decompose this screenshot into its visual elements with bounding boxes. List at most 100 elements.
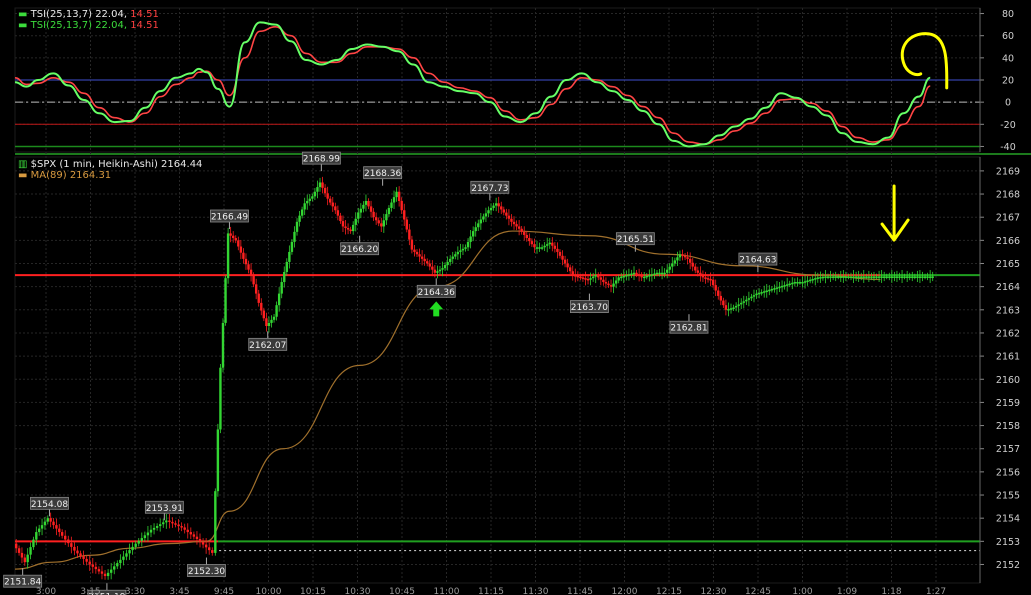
- candle-body: [272, 316, 276, 320]
- candle-body: [372, 211, 375, 218]
- gridlines: [14, 7, 1031, 584]
- tsi-signal-line: [14, 26, 931, 146]
- candle-body: [231, 235, 235, 239]
- candle-body: [821, 276, 825, 279]
- chart-canvas[interactable]: 2151.842154.082151.192153.912152.302166.…: [0, 0, 1031, 595]
- candle-body: [177, 524, 180, 527]
- x-tick-label: 11:00: [434, 587, 460, 595]
- candle-body: [242, 252, 245, 259]
- candle-body: [520, 228, 523, 232]
- candle-body: [226, 233, 230, 279]
- x-tick-label: 9:45: [214, 587, 234, 595]
- candle-body: [46, 518, 49, 522]
- candle-body: [441, 268, 444, 270]
- candle-body: [512, 221, 516, 225]
- candle-body: [553, 245, 557, 249]
- price-label: 2154.08: [31, 500, 68, 510]
- candle-body: [737, 304, 740, 306]
- candle-body: [533, 244, 536, 248]
- price-tick-label: 2154: [996, 514, 1020, 525]
- candle-body: [341, 221, 345, 227]
- candle-body: [576, 275, 580, 278]
- candle-body: [783, 285, 786, 287]
- candle-body: [116, 563, 119, 567]
- candle-body: [793, 282, 797, 284]
- candle-body: [834, 276, 837, 278]
- candle-body: [620, 276, 623, 279]
- candle-body: [798, 282, 802, 284]
- price-label: 2167.73: [471, 184, 508, 194]
- candle-body: [637, 274, 641, 276]
- candle-body: [459, 250, 462, 252]
- candle-body: [808, 279, 812, 282]
- candle-body: [162, 522, 165, 525]
- candle-body: [814, 278, 817, 280]
- tsi-tick-label: 80: [1002, 9, 1014, 20]
- candle-body: [796, 282, 799, 284]
- candle-body: [423, 258, 426, 262]
- candle-body: [456, 251, 460, 255]
- candle-body: [303, 203, 306, 210]
- candle-body: [40, 525, 44, 529]
- candle-body: [854, 276, 858, 278]
- candle-body: [824, 276, 827, 278]
- candle-body: [699, 272, 702, 276]
- candle-body: [681, 254, 684, 256]
- candle-body: [694, 266, 697, 271]
- candle-body: [500, 206, 503, 210]
- candle-body: [622, 275, 625, 278]
- candle-body: [900, 276, 904, 278]
- candle-body: [290, 241, 294, 252]
- candle-body: [367, 200, 370, 207]
- candle-body: [757, 292, 761, 295]
- candle-body: [589, 278, 592, 280]
- candle-body: [893, 276, 896, 278]
- x-tick-label: 3:45: [169, 587, 189, 595]
- candle-body: [239, 246, 243, 253]
- candle-body: [908, 276, 911, 278]
- candle-body: [489, 207, 493, 211]
- candle-body: [510, 218, 513, 222]
- candle-body: [70, 543, 73, 547]
- candle-body: [890, 276, 894, 278]
- candle-body: [826, 276, 830, 278]
- candle-body: [928, 276, 932, 278]
- x-tick-label: 10:45: [389, 587, 415, 595]
- candle-body: [313, 191, 317, 197]
- candle-body: [487, 210, 490, 214]
- candle-body: [607, 283, 610, 286]
- candle-body: [32, 539, 35, 548]
- candle-body: [745, 299, 748, 302]
- candle-body: [192, 534, 196, 537]
- candle-body: [64, 535, 67, 540]
- candle-body: [653, 273, 656, 276]
- candle-body: [336, 210, 340, 216]
- candle-body: [773, 288, 776, 290]
- candle-body: [898, 276, 901, 278]
- candle-body: [165, 520, 168, 523]
- candle-body: [428, 263, 431, 267]
- candle-body: [535, 247, 539, 249]
- candle-body: [829, 276, 832, 278]
- candle-body: [26, 554, 29, 563]
- candle-body: [125, 553, 128, 557]
- price-label: 2163.70: [571, 303, 608, 313]
- candle-body: [446, 261, 449, 266]
- candle-body: [171, 521, 174, 524]
- candle-body: [306, 200, 309, 204]
- price-tick-label: 2165: [996, 259, 1020, 270]
- candle-body: [714, 285, 717, 291]
- candle-body: [551, 242, 554, 246]
- x-tick-label: 3:30: [125, 587, 145, 595]
- candle-body: [454, 254, 457, 257]
- candle-body: [632, 272, 636, 275]
- candle-body: [67, 539, 70, 544]
- candle-body: [515, 224, 518, 227]
- candle-body: [546, 244, 549, 246]
- candle-body: [224, 278, 227, 323]
- candle-body: [354, 218, 357, 225]
- candle-body: [676, 257, 679, 261]
- candle-body: [727, 309, 730, 311]
- candle-body: [750, 296, 753, 299]
- candle-body: [574, 275, 577, 277]
